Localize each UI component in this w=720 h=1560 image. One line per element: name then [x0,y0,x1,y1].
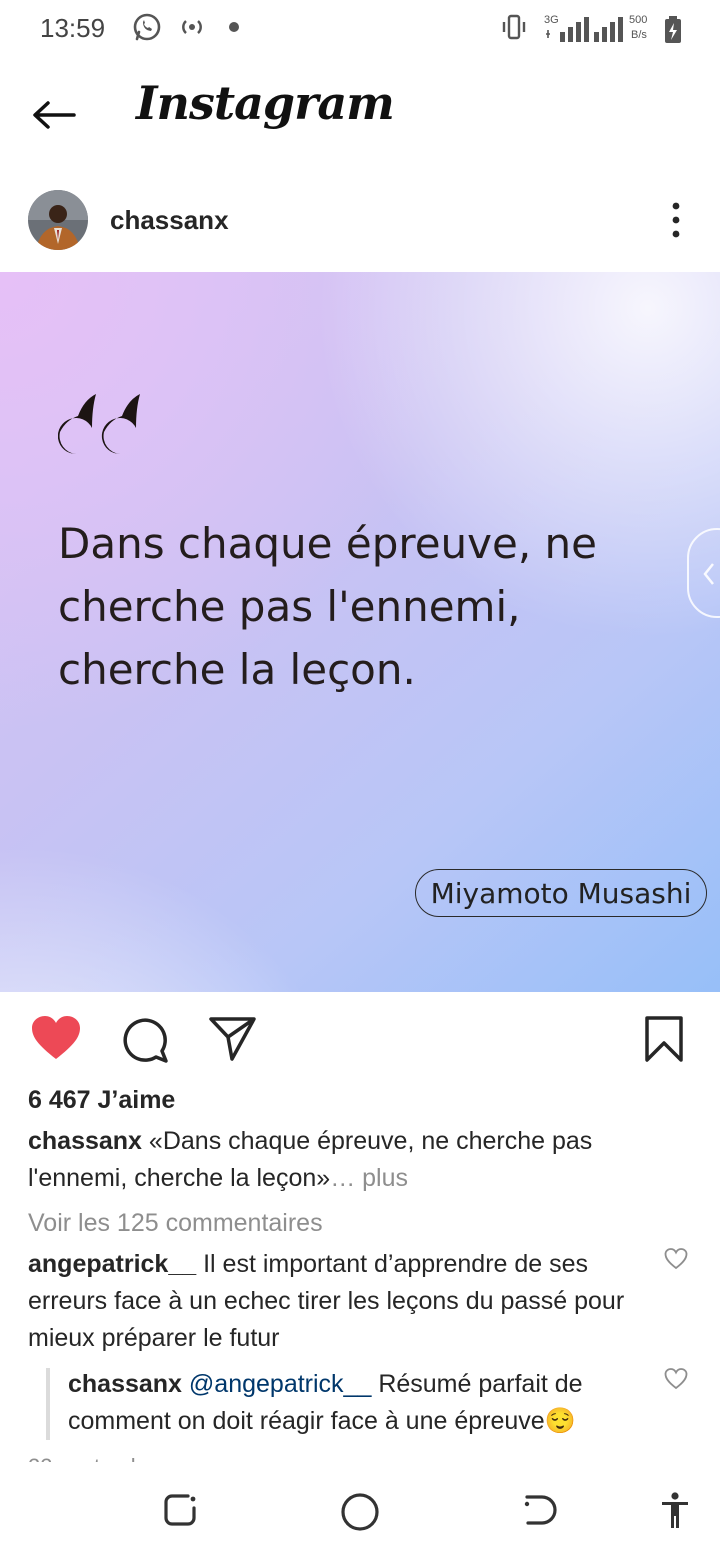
arrow-left-icon [33,101,76,129]
view-comments-link[interactable]: Voir les 125 commentaires [28,1205,323,1242]
share-icon[interactable] [208,1015,258,1063]
more-options-icon[interactable] [662,198,690,242]
reply-like-icon[interactable] [664,1368,688,1390]
accessibility-icon[interactable] [660,1492,690,1530]
app-header: Instagram [0,58,720,168]
system-nav-bar [0,1462,720,1560]
post-image[interactable]: Dans chaque épreuve, ne cherche pas l'en… [0,272,720,992]
comment-username[interactable]: angepatrick__ [28,1250,196,1278]
speed-unit: B/s [631,29,647,41]
post-username[interactable]: chassanx [110,205,229,236]
comment: angepatrick__ Il est important d’apprend… [28,1246,648,1357]
reply-thread-line [46,1368,50,1440]
like-heart-icon[interactable] [30,1015,82,1063]
status-time: 13:59 [40,13,106,43]
avatar[interactable] [28,190,88,250]
avatar-image [28,190,88,250]
caption-more-link[interactable]: plus [362,1164,408,1192]
reply-comment: chassanx @angepatrick__ Résumé parfait d… [68,1366,648,1440]
reply-username[interactable]: chassanx [68,1370,182,1398]
recent-apps-icon[interactable] [162,1492,198,1528]
instagram-logo: Instagram [136,76,395,130]
speed-value: 500 [629,14,648,26]
caption: chassanx «Dans chaque épreuve, ne cherch… [28,1123,688,1197]
caption-ellipsis: … [330,1164,356,1192]
hotspot-icon [182,20,202,34]
signal-icon [546,17,589,42]
caption-username[interactable]: chassanx [28,1127,142,1155]
status-bar: 13:59 3G 500 B/s [0,0,720,58]
likes-count[interactable]: 6 467 J’aime [28,1082,175,1119]
dot-icon [229,22,239,32]
bookmark-icon[interactable] [644,1015,684,1063]
home-icon[interactable] [340,1492,380,1532]
side-panel-handle[interactable] [687,528,720,618]
author-badge: Miyamoto Musashi [415,869,707,917]
comment-icon[interactable] [120,1015,170,1065]
battery-charging-icon [665,16,681,43]
quote-mark-icon [58,394,140,454]
back-nav-icon[interactable] [522,1492,558,1528]
quote-text: Dans chaque épreuve, ne cherche pas l'en… [58,519,598,694]
whatsapp-icon [133,13,161,41]
back-button[interactable] [26,98,86,138]
comment-like-icon[interactable] [664,1248,688,1270]
reply-mention[interactable]: @angepatrick__ [189,1370,371,1398]
chevron-left-icon [703,563,714,585]
vibrate-icon [502,14,526,40]
signal-icon [594,17,623,42]
